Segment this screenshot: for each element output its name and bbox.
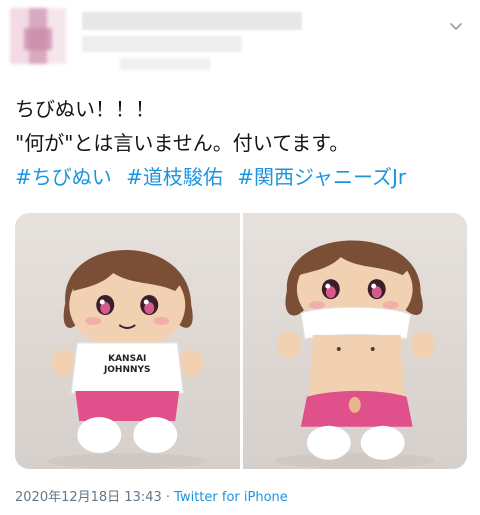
avatar[interactable]: [10, 8, 66, 64]
display-name-blurred[interactable]: [82, 12, 302, 30]
chevron-down-icon[interactable]: [448, 18, 464, 34]
tweet-header: [10, 8, 470, 88]
photo-right[interactable]: [242, 213, 467, 469]
blurred-block: [120, 58, 210, 70]
tweet-line: "何が"とは言いません。付いてます。: [15, 131, 350, 155]
plush-doll-lifted-shirt: [274, 240, 435, 469]
tweet-source-link[interactable]: Twitter for iPhone: [174, 490, 288, 505]
username-blurred[interactable]: [82, 36, 242, 52]
tweet-line: ちびぬい！！！: [15, 97, 155, 121]
plush-doll-front: KANSAI JOHNNYS: [47, 250, 208, 469]
media-grid: KANSAI JOHNNYS: [15, 213, 467, 469]
tweet-timestamp[interactable]: 2020年12月18日 13:43: [15, 490, 162, 505]
photo-left[interactable]: KANSAI JOHNNYS: [15, 213, 240, 469]
hashtag-link[interactable]: #ちびぬい: [15, 165, 112, 189]
hashtag-link[interactable]: #道枝駿佑: [126, 165, 223, 189]
shirt-text-line: JOHNNYS: [103, 365, 151, 375]
hashtag-link[interactable]: #関西ジャニーズJr: [237, 165, 406, 189]
hashtag-row: #ちびぬい #道枝駿佑 #関西ジャニーズJr: [15, 160, 470, 194]
tweet-meta: 2020年12月18日 13:43 · Twitter for iPhone: [15, 486, 288, 505]
tweet-text: ちびぬい！！！ "何が"とは言いません。付いてます。 #ちびぬい #道枝駿佑 #…: [15, 92, 470, 194]
shirt-text-line: KANSAI: [108, 354, 146, 364]
meta-separator: ·: [161, 490, 175, 505]
